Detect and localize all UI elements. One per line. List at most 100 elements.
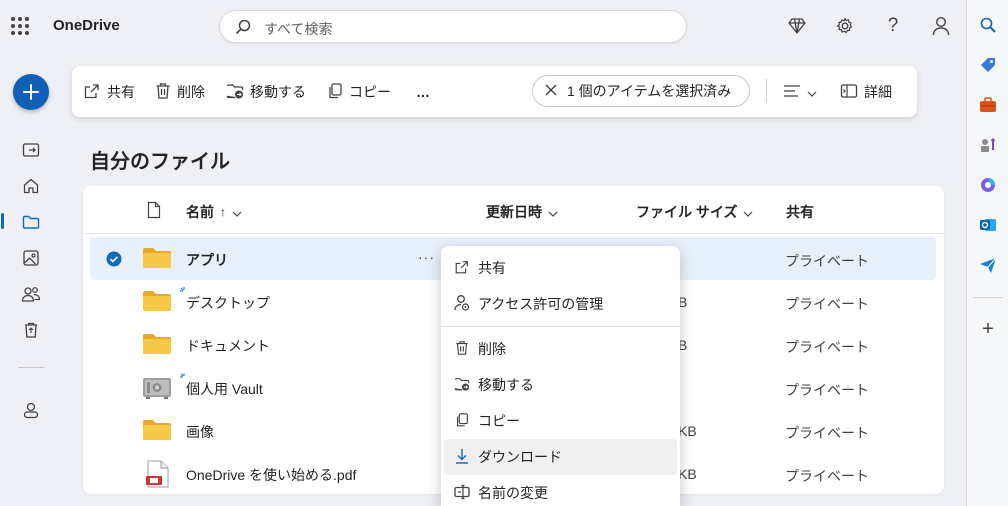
sharing-status: プライベート (785, 339, 869, 355)
account-avatar-icon[interactable] (930, 15, 952, 37)
search-box[interactable]: すべて検索 (219, 10, 687, 43)
nav-account-icon[interactable] (20, 399, 42, 421)
chevron-down-icon (548, 204, 558, 220)
file-name[interactable]: OneDrive を使い始める.pdf (186, 465, 356, 485)
nav-home-icon[interactable] (20, 175, 42, 197)
menu-item-download[interactable]: ダウンロード (444, 439, 677, 475)
move-icon (226, 82, 244, 103)
rail-send-icon[interactable] (977, 254, 999, 276)
selection-count-label: 1 個のアイテムを選択済み (567, 83, 732, 99)
rail-toolbox-icon[interactable] (977, 94, 999, 116)
command-bar: 共有 削除 移動する コピー … 1 個のアイテムを選択済み 詳細 (72, 66, 917, 117)
rail-tag-icon[interactable] (977, 54, 999, 76)
share-button[interactable]: 共有 (83, 82, 135, 102)
copy-icon (327, 82, 343, 103)
move-icon (454, 376, 470, 395)
rail-chess-icon[interactable] (977, 134, 999, 156)
menu-item-label: アクセス許可の管理 (478, 296, 604, 312)
file-size: KB (678, 466, 697, 482)
delete-label: 削除 (177, 84, 205, 100)
rail-copilot-icon[interactable] (977, 174, 999, 196)
move-label: 移動する (250, 84, 306, 100)
sharing-column-header[interactable]: 共有 (786, 202, 814, 222)
share-icon (454, 259, 470, 278)
chevron-down-icon (743, 204, 753, 220)
selection-pill[interactable]: 1 個のアイテムを選択済み (532, 75, 750, 107)
nav-photos-icon[interactable] (20, 247, 42, 269)
modified-column-header[interactable]: 更新日時 (486, 202, 558, 222)
sort-ascending-icon: ↑ (220, 205, 226, 219)
file-name[interactable]: ドキュメント (186, 336, 270, 356)
nav-toggle-pane-icon[interactable] (20, 139, 42, 161)
nav-divider (18, 367, 44, 368)
trash-icon (454, 340, 470, 359)
folder-icon (142, 247, 172, 274)
file-name[interactable]: 画像 (186, 422, 214, 442)
size-column-header[interactable]: ファイル サイズ (636, 202, 753, 222)
rename-icon (454, 484, 470, 503)
share-icon (83, 82, 101, 103)
menu-item-share[interactable]: 共有 (444, 250, 677, 286)
create-new-button[interactable] (13, 74, 49, 110)
page-title: 自分のファイル (90, 151, 230, 173)
premium-diamond-icon[interactable] (786, 15, 808, 37)
file-type-column-icon[interactable] (147, 201, 161, 219)
menu-item-rename[interactable]: 名前の変更 (444, 475, 677, 506)
details-pane-icon (840, 83, 858, 102)
row-more-actions-button[interactable]: ··· (418, 249, 435, 265)
file-name[interactable]: 個人用 Vault (186, 379, 263, 399)
copy-button[interactable]: コピー (327, 82, 391, 102)
file-name[interactable]: デスクトップ (186, 293, 270, 313)
file-list-header: 名前 ↑ 更新日時 ファイル サイズ 共有 (83, 186, 944, 234)
download-icon (454, 448, 470, 467)
copy-icon (454, 412, 470, 431)
rail-add-icon[interactable]: + (977, 318, 999, 340)
file-size: KB (678, 423, 697, 439)
checkmark-selected-icon[interactable] (106, 251, 122, 272)
app-brand[interactable]: OneDrive (53, 17, 120, 34)
rail-search-icon[interactable] (977, 14, 999, 36)
sharing-status: プライベート (785, 253, 869, 269)
menu-divider (441, 326, 680, 327)
menu-item-label: 削除 (478, 341, 506, 357)
rail-outlook-icon[interactable] (977, 214, 999, 236)
menu-item-move[interactable]: 移動する (444, 367, 677, 403)
sharing-status: プライベート (785, 382, 869, 398)
nav-shared-people-icon[interactable] (20, 283, 42, 305)
menu-item-manage-access[interactable]: アクセス許可の管理 (444, 286, 677, 322)
share-label: 共有 (107, 84, 135, 100)
more-actions-button[interactable]: … (416, 82, 430, 102)
context-menu: 共有 アクセス許可の管理 削除 移動する コピー ダウンロード 名前の変更 (441, 246, 680, 506)
command-bar-divider (766, 79, 767, 103)
search-icon (234, 18, 252, 41)
name-column-label: 名前 (186, 204, 214, 220)
menu-item-delete[interactable]: 削除 (444, 331, 677, 367)
menu-item-copy[interactable]: コピー (444, 403, 677, 439)
menu-item-label: 移動する (478, 377, 534, 393)
nav-my-files-folder-icon[interactable] (20, 211, 42, 233)
clear-selection-icon[interactable] (545, 83, 557, 99)
details-button[interactable]: 詳細 (840, 82, 892, 102)
top-bar: OneDrive すべて検索 ? (0, 0, 966, 52)
menu-item-label: 共有 (478, 260, 506, 276)
app-launcher-icon[interactable] (11, 17, 29, 35)
delete-button[interactable]: 削除 (155, 82, 205, 102)
sharing-status: プライベート (785, 425, 869, 441)
copy-label: コピー (349, 84, 391, 100)
view-options-button[interactable] (783, 82, 817, 102)
name-column-header[interactable]: 名前 ↑ (186, 202, 242, 222)
nav-recycle-bin-icon[interactable] (20, 319, 42, 341)
vault-safe-icon (142, 376, 172, 405)
move-button[interactable]: 移動する (226, 82, 306, 102)
right-app-rail: + (966, 0, 1008, 506)
settings-gear-icon[interactable] (834, 15, 856, 37)
rail-divider (973, 297, 1003, 298)
sharing-status: プライベート (785, 468, 869, 484)
nav-active-indicator (1, 213, 4, 229)
file-name[interactable]: アプリ (186, 250, 228, 270)
help-icon[interactable]: ? (882, 15, 904, 37)
search-placeholder: すべて検索 (264, 21, 333, 37)
folder-icon (142, 333, 172, 360)
menu-item-label: コピー (478, 413, 520, 429)
modified-column-label: 更新日時 (486, 204, 542, 220)
